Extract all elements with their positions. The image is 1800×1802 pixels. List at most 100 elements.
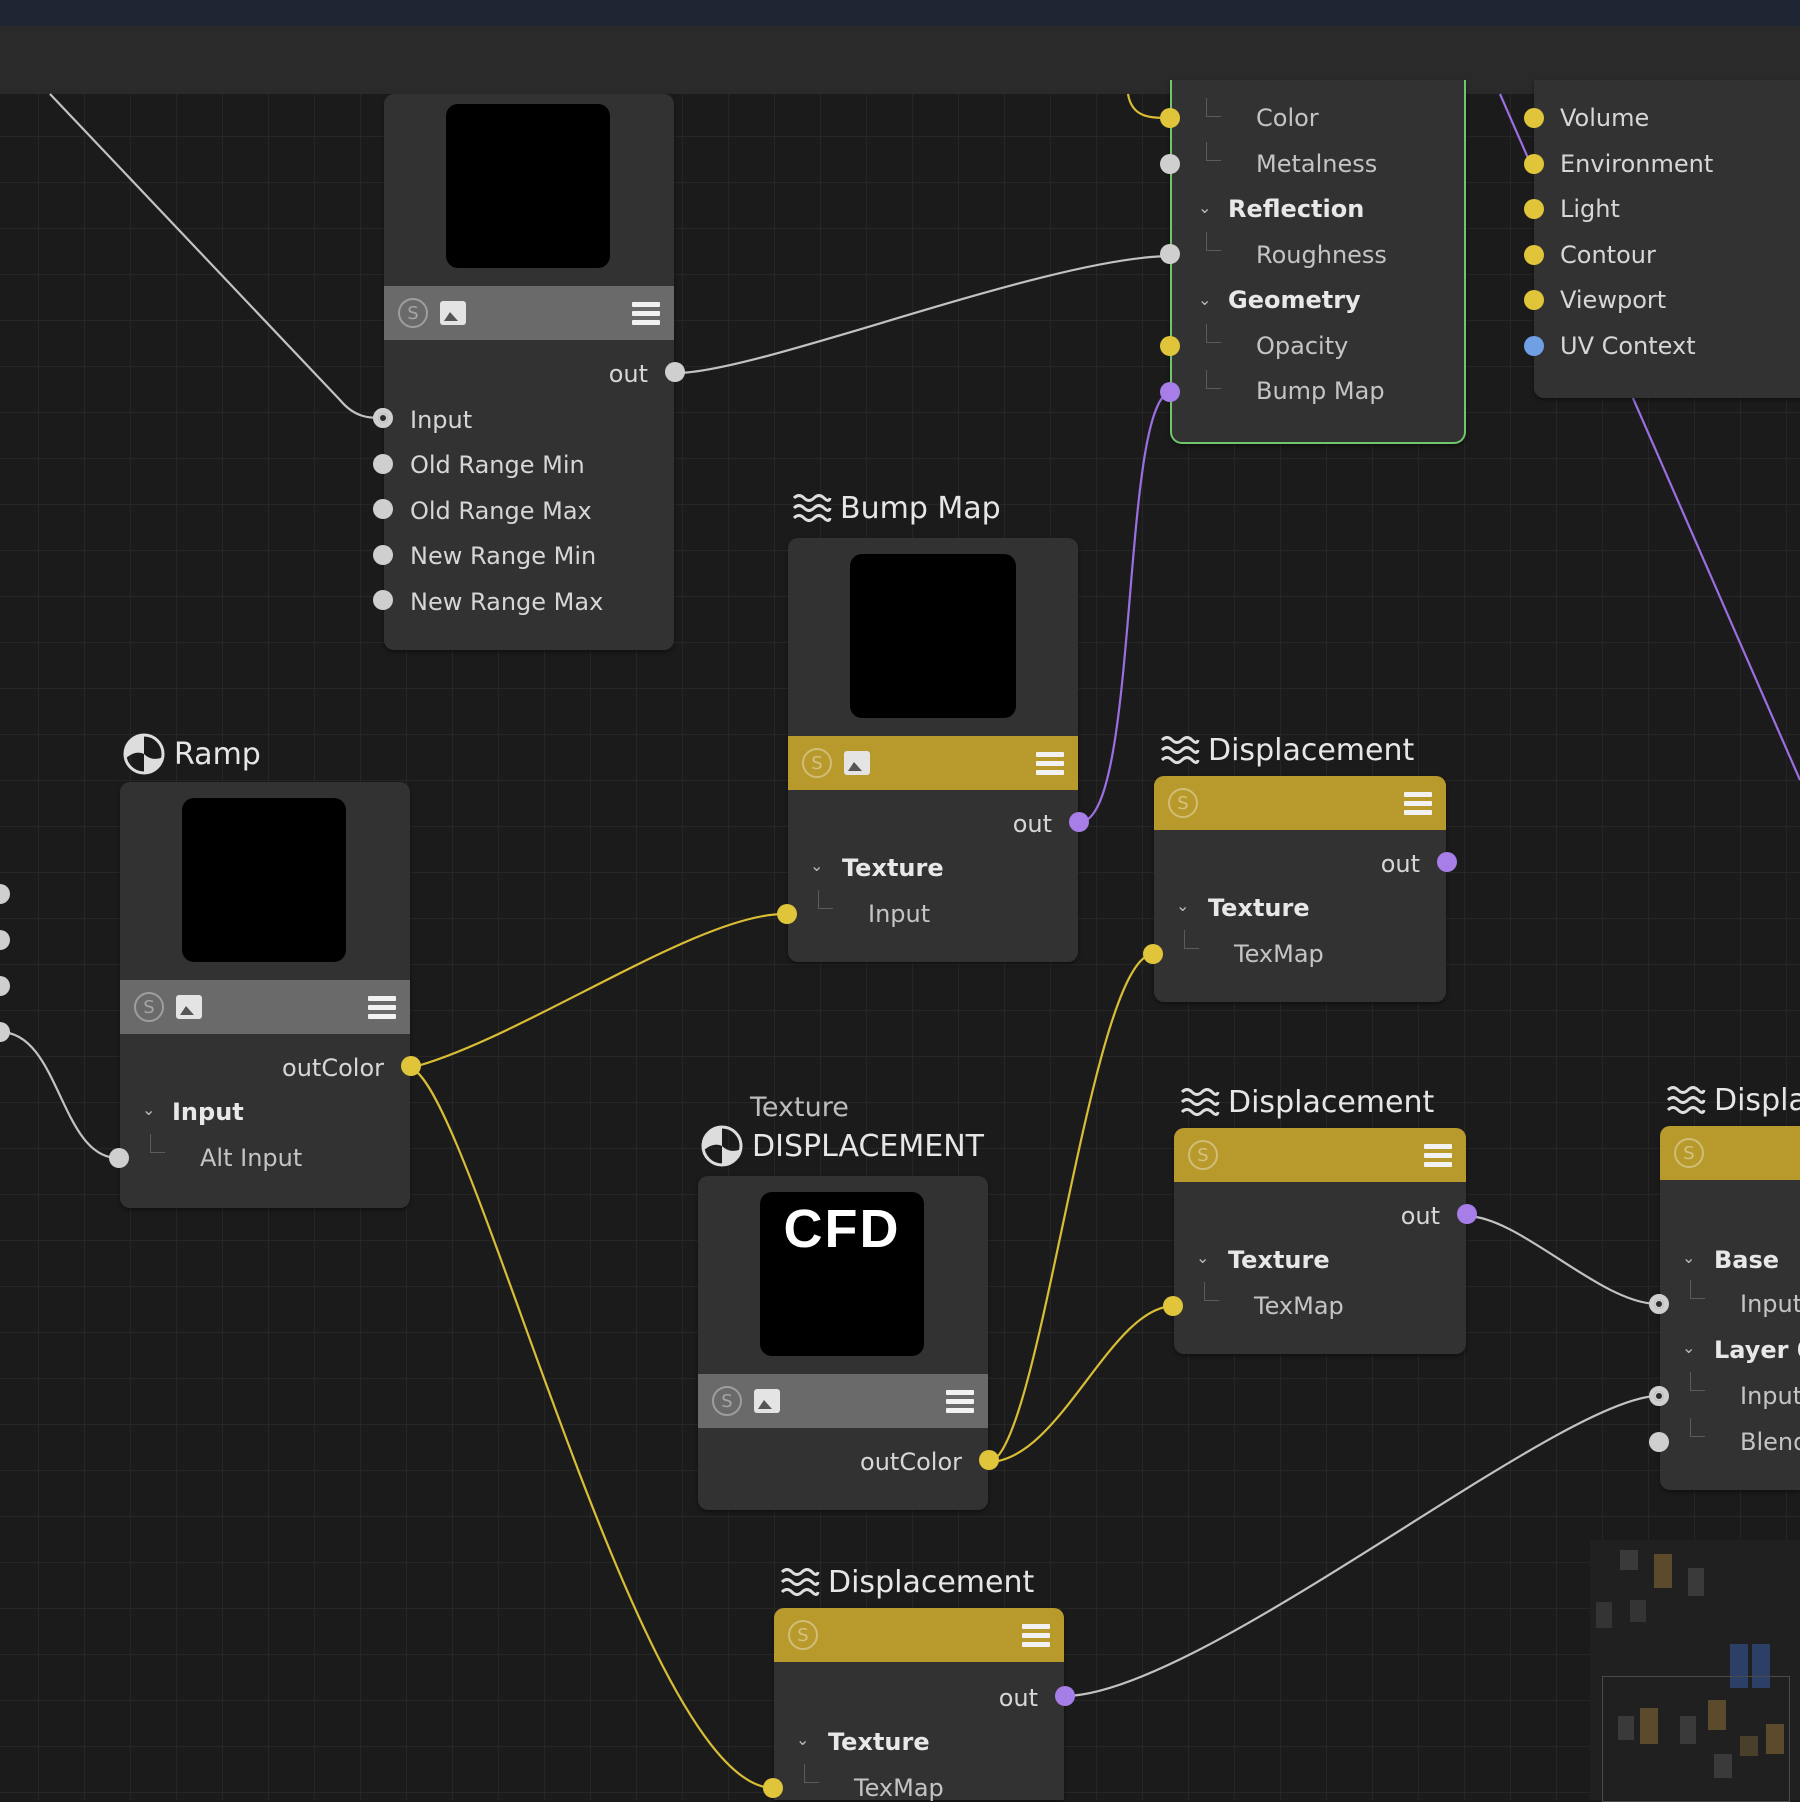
displacement-3-title-text: Displacement	[828, 1564, 1035, 1600]
chevron-down-icon[interactable]: ⌄	[1682, 1248, 1695, 1267]
ramp-out-port[interactable]	[401, 1056, 421, 1076]
texture-preview: CFD	[760, 1192, 924, 1356]
ramp-alt-input-port[interactable]	[109, 1148, 129, 1168]
solo-icon[interactable]: S	[134, 992, 164, 1022]
new-range-max-port[interactable]	[373, 590, 393, 610]
chevron-down-icon[interactable]: ⌄	[1176, 896, 1189, 915]
ramp-input-group-label[interactable]: Input	[172, 1098, 244, 1126]
window-title-bar	[0, 0, 1800, 26]
minimap-block	[1654, 1554, 1672, 1588]
chevron-down-icon[interactable]: ⌄	[1198, 198, 1211, 217]
image-icon[interactable]	[754, 1389, 780, 1413]
menu-icon[interactable]	[1404, 791, 1432, 815]
render-context-node[interactable]: Volume Environment Light Contour Viewpor…	[1524, 80, 1800, 398]
color-label: Color	[1256, 104, 1319, 132]
environment-port[interactable]	[1524, 154, 1544, 174]
reflection-group-label[interactable]: Reflection	[1228, 195, 1364, 223]
texture-out-port[interactable]	[979, 1450, 999, 1470]
range-out-port[interactable]	[665, 362, 685, 382]
light-port[interactable]	[1524, 199, 1544, 219]
solo-icon[interactable]: S	[398, 298, 428, 328]
displacement-1-texmap-label: TexMap	[1234, 940, 1324, 968]
uv-context-port[interactable]	[1524, 336, 1544, 356]
displacement-node-3[interactable]: S out ⌄ Texture TexMap	[763, 1608, 1075, 1802]
solo-icon[interactable]: S	[712, 1386, 742, 1416]
chevron-down-icon[interactable]: ⌄	[796, 1730, 809, 1749]
menu-icon[interactable]	[368, 995, 396, 1019]
ramp-node[interactable]: S outColor ⌄ Input Alt Input	[109, 782, 421, 1208]
bump-texture-group-label[interactable]: Texture	[842, 854, 944, 882]
uv-context-label: UV Context	[1560, 332, 1696, 360]
displacement-3-out-port[interactable]	[1055, 1686, 1075, 1706]
menu-icon[interactable]	[1022, 1623, 1050, 1647]
old-range-min-label: Old Range Min	[410, 451, 585, 479]
new-range-min-port[interactable]	[373, 545, 393, 565]
range-input-port[interactable]	[373, 408, 393, 428]
minimap-block	[1688, 1568, 1704, 1596]
chevron-down-icon[interactable]: ⌄	[142, 1100, 155, 1119]
image-icon[interactable]	[844, 751, 870, 775]
displacement-3-toolbar: S	[774, 1608, 1064, 1662]
displacement-2-out-port[interactable]	[1457, 1204, 1477, 1224]
volume-port[interactable]	[1524, 108, 1544, 128]
solo-icon[interactable]: S	[1674, 1138, 1704, 1168]
range-node[interactable]: S out Input Old Range Min Old Range Max …	[373, 94, 685, 650]
viewport-label: Viewport	[1560, 286, 1667, 314]
minimap[interactable]	[1590, 1540, 1800, 1802]
layer-node[interactable]: S ⌄ Base Input ⌄ Layer 0 Input Blend	[1649, 1126, 1800, 1490]
layer-0-input-port[interactable]	[1649, 1386, 1669, 1406]
solo-icon[interactable]: S	[1188, 1140, 1218, 1170]
chevron-down-icon[interactable]: ⌄	[1682, 1338, 1695, 1357]
displacement-2-texmap-port[interactable]	[1163, 1296, 1183, 1316]
layer-node-title: Displa	[1666, 1082, 1800, 1118]
bump-map-port[interactable]	[1160, 382, 1180, 402]
viewport-port[interactable]	[1524, 290, 1544, 310]
displacement-3-out-label: out	[998, 1684, 1038, 1712]
displacement-2-texture-group[interactable]: Texture	[1228, 1246, 1330, 1274]
roughness-port[interactable]	[1160, 244, 1180, 264]
geometry-group-label[interactable]: Geometry	[1228, 286, 1361, 314]
layer-0-group[interactable]: Layer 0	[1714, 1336, 1800, 1364]
displacement-node-3-title: Displacement	[780, 1564, 1034, 1600]
displacement-3-texture-group[interactable]: Texture	[828, 1728, 930, 1756]
metalness-port[interactable]	[1160, 154, 1180, 174]
menu-icon[interactable]	[632, 301, 660, 325]
color-port[interactable]	[1160, 108, 1180, 128]
displacement-1-out-port[interactable]	[1437, 852, 1457, 872]
chevron-down-icon[interactable]: ⌄	[1196, 1248, 1209, 1267]
menu-icon[interactable]	[946, 1389, 974, 1413]
bump-input-port[interactable]	[777, 904, 797, 924]
chevron-down-icon[interactable]: ⌄	[810, 856, 823, 875]
texture-displacement-node[interactable]: CFD S outColor	[698, 1176, 999, 1510]
displacement-2-out-label: out	[1400, 1202, 1440, 1230]
tree-line	[1690, 1372, 1705, 1391]
displacement-3-texmap-port[interactable]	[763, 1778, 783, 1798]
minimap-viewport-frame[interactable]	[1602, 1676, 1790, 1802]
material-node[interactable]: Color Metalness ⌄ Reflection Roughness ⌄…	[1160, 80, 1466, 444]
ramp-alt-input-label: Alt Input	[200, 1144, 303, 1172]
editor-toolbar: ⚲	[0, 26, 1800, 108]
menu-icon[interactable]	[1036, 751, 1064, 775]
solo-icon[interactable]: S	[788, 1620, 818, 1650]
tree-line	[1206, 142, 1221, 161]
contour-port[interactable]	[1524, 245, 1544, 265]
bump-out-label: out	[1012, 810, 1052, 838]
image-icon[interactable]	[440, 301, 466, 325]
layer-blend-port[interactable]	[1649, 1432, 1669, 1452]
solo-icon[interactable]: S	[802, 748, 832, 778]
displacement-1-texture-group[interactable]: Texture	[1208, 894, 1310, 922]
opacity-port[interactable]	[1160, 336, 1180, 356]
displacement-node-1[interactable]: S out ⌄ Texture TexMap	[1143, 776, 1457, 1002]
solo-icon[interactable]: S	[1168, 788, 1198, 818]
layer-base-group[interactable]: Base	[1714, 1246, 1779, 1274]
menu-icon[interactable]	[1424, 1143, 1452, 1167]
image-icon[interactable]	[176, 995, 202, 1019]
layer-base-input-port[interactable]	[1649, 1294, 1669, 1314]
bump-out-port[interactable]	[1069, 812, 1089, 832]
old-range-min-port[interactable]	[373, 454, 393, 474]
old-range-max-port[interactable]	[373, 499, 393, 519]
displacement-1-texmap-port[interactable]	[1143, 944, 1163, 964]
bump-map-node[interactable]: S out ⌄ Texture Input	[777, 538, 1089, 962]
chevron-down-icon[interactable]: ⌄	[1198, 290, 1211, 309]
displacement-node-2[interactable]: S out ⌄ Texture TexMap	[1163, 1128, 1477, 1354]
